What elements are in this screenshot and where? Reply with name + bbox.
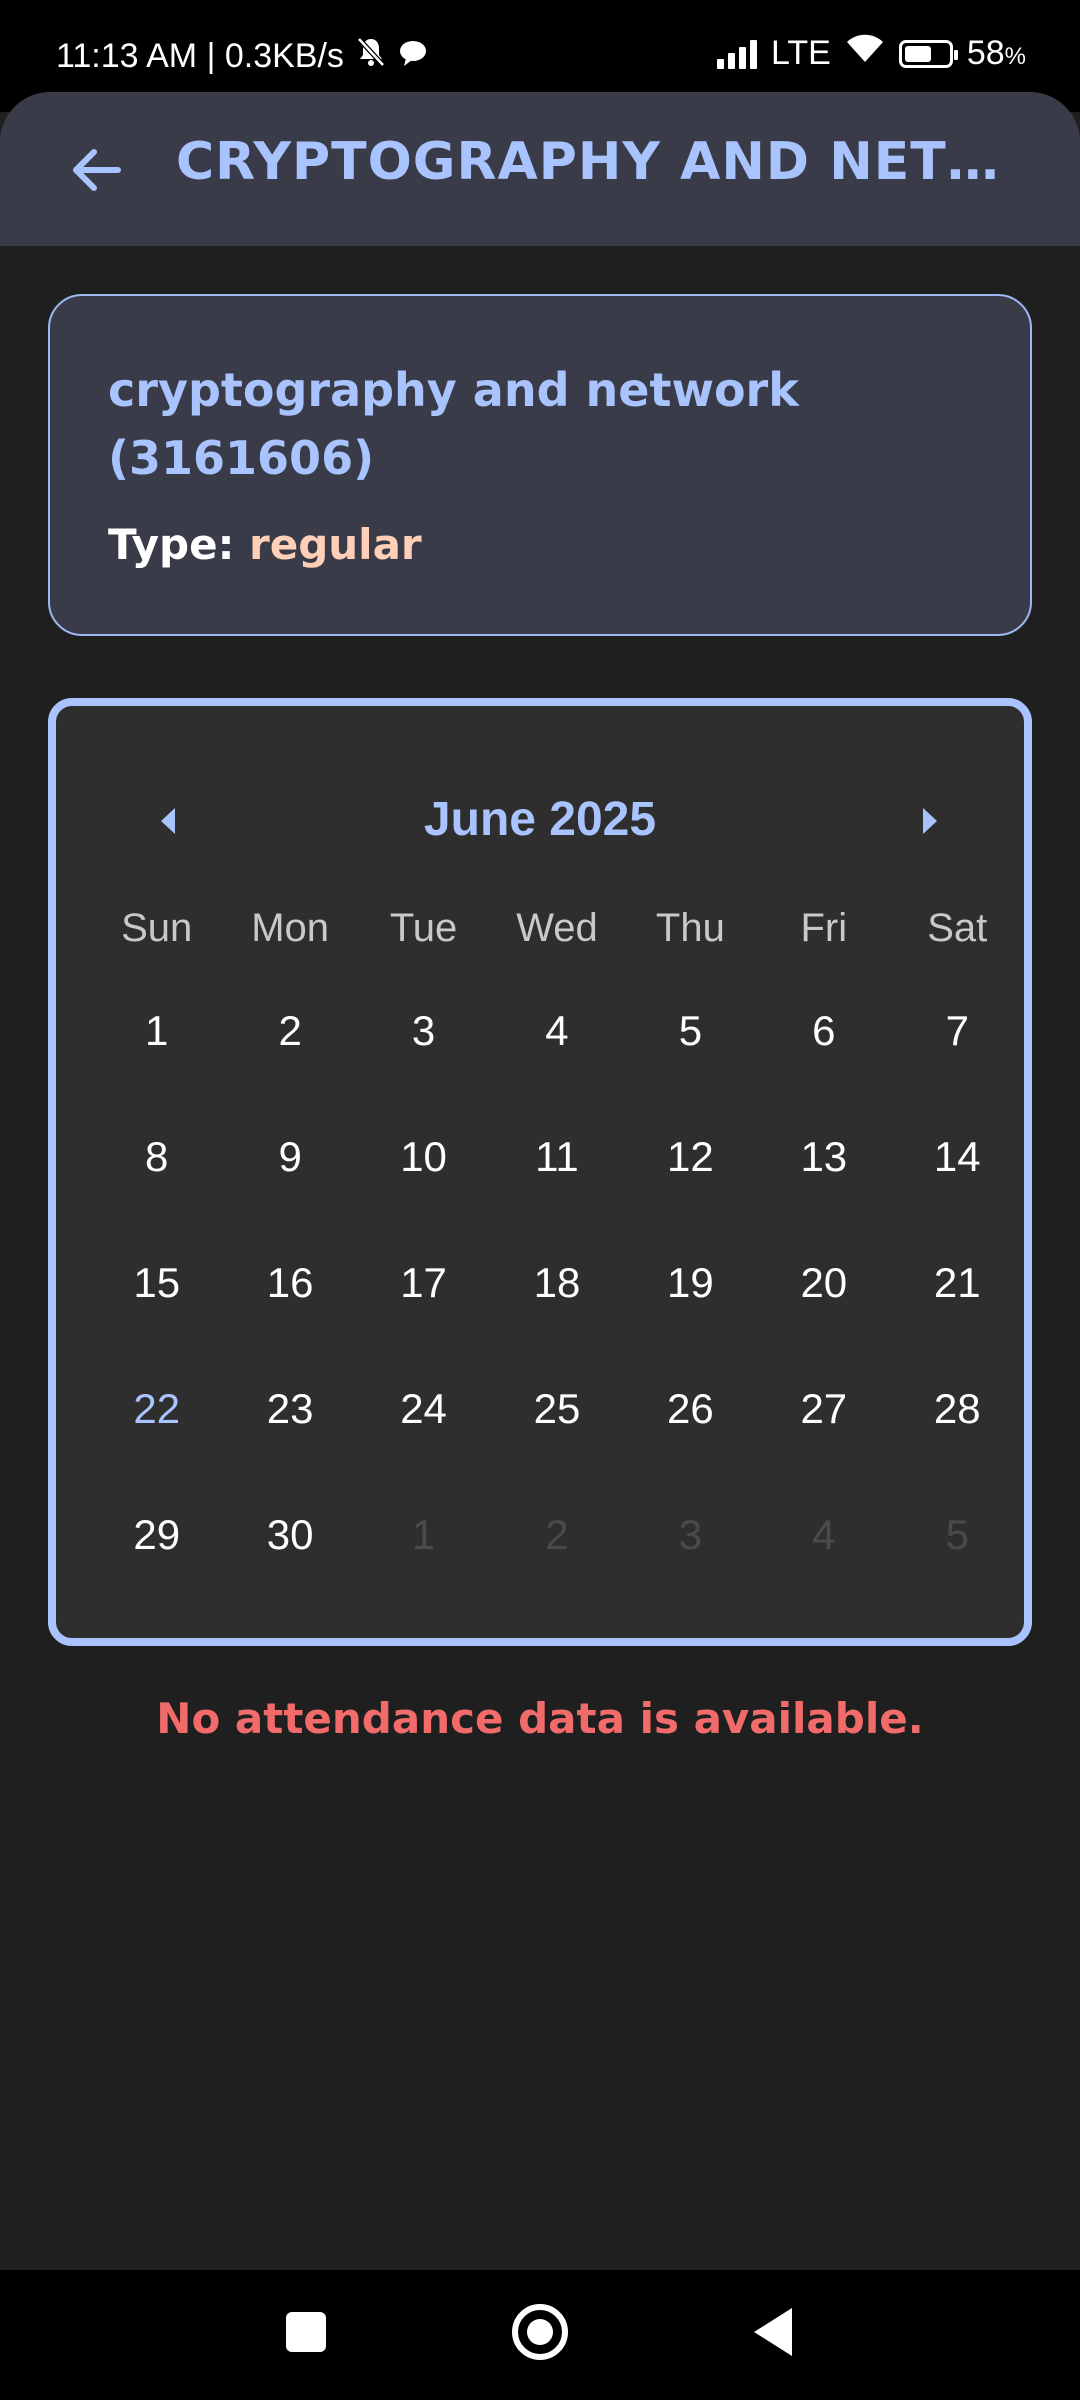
battery-icon	[898, 39, 958, 68]
mute-icon	[356, 36, 386, 77]
calendar-week: 22 23 24 25 26 27 28	[90, 1384, 1024, 1510]
course-type-label: Type:	[108, 520, 235, 569]
weekday-label: Sun	[121, 906, 193, 950]
calendar-day-today[interactable]: 22	[90, 1384, 223, 1510]
calendar-day[interactable]: 26	[624, 1384, 757, 1510]
calendar-day[interactable]: 9	[223, 1132, 356, 1258]
calendar-day[interactable]: 16	[223, 1258, 356, 1384]
calendar-day[interactable]: 14	[891, 1132, 1024, 1258]
no-data-message: No attendance data is available.	[156, 1694, 924, 1743]
system-nav-bar	[0, 2270, 1080, 2400]
chat-icon	[398, 37, 428, 76]
calendar-day[interactable]: 13	[757, 1132, 890, 1258]
weekday-label: Fri	[800, 906, 848, 950]
status-time: 11:13 AM | 0.3KB/s	[56, 37, 344, 75]
wifi-icon	[845, 34, 885, 73]
calendar-week: 15 16 17 18 19 20 21	[90, 1258, 1024, 1384]
calendar-grid: 1 2 3 4 5 6 7 8 9 10 11 12 13 14 15 16 1…	[90, 1006, 1024, 1636]
calendar-day[interactable]: 23	[223, 1384, 356, 1510]
calendar-day-outside-month: 1	[411, 1511, 436, 1558]
course-type-value: regular	[249, 520, 422, 569]
calendar-day[interactable]: 19	[624, 1258, 757, 1384]
calendar-day[interactable]: 27	[757, 1384, 890, 1510]
weekday-label: Wed	[516, 906, 598, 950]
calendar-day[interactable]: 3	[357, 1006, 490, 1132]
course-name: cryptography and network (3161606)	[108, 363, 799, 485]
calendar-day[interactable]: 5	[624, 1006, 757, 1132]
calendar-day-outside-month: 2	[545, 1511, 569, 1558]
calendar-day[interactable]: 24	[357, 1384, 490, 1510]
calendar-day[interactable]: 18	[490, 1258, 623, 1384]
weekday-label: Mon	[251, 906, 330, 950]
arrow-left-icon[interactable]	[68, 142, 124, 198]
weekday-label: Thu	[655, 906, 725, 950]
calendar-day[interactable]: 1	[90, 1006, 223, 1132]
home-icon[interactable]	[512, 2304, 568, 2360]
calendar-day[interactable]: 30	[223, 1510, 356, 1636]
calendar-day[interactable]: 4	[490, 1006, 623, 1132]
caret-right-icon[interactable]	[910, 796, 950, 846]
page-title: CRYPTOGRAPHY AND NETW...	[176, 132, 1016, 192]
calendar-day[interactable]: 15	[90, 1258, 223, 1384]
calendar-header: June 2025	[56, 786, 1024, 856]
calendar-day[interactable]: 6	[757, 1006, 890, 1132]
calendar-week: 8 9 10 11 12 13 14	[90, 1132, 1024, 1258]
calendar-day[interactable]: 8	[90, 1132, 223, 1258]
calendar-day[interactable]: 11	[490, 1132, 623, 1258]
signal-icon	[716, 39, 757, 69]
back-icon[interactable]	[754, 2308, 792, 2356]
calendar-day[interactable]: 2	[223, 1006, 356, 1132]
calendar-day[interactable]: 21	[891, 1258, 1024, 1384]
weekday-label: Sat	[927, 906, 988, 950]
calendar-day-outside-month: 5	[945, 1511, 969, 1558]
calendar-day[interactable]: 25	[490, 1384, 623, 1510]
app-bar: CRYPTOGRAPHY AND NETW...	[0, 92, 1080, 246]
calendar-day[interactable]: 10	[357, 1132, 490, 1258]
course-type-row: Type: regular	[108, 520, 422, 569]
calendar-week: 29 30 1 2 3 4 5	[90, 1510, 1024, 1636]
recents-icon[interactable]	[286, 2312, 326, 2352]
month-title: June 2025	[423, 793, 657, 846]
calendar-day[interactable]: 28	[891, 1384, 1024, 1510]
calendar-day-outside-month: 3	[678, 1511, 703, 1558]
battery-percent: 58%	[966, 34, 1026, 72]
network-type: LTE	[770, 34, 831, 72]
calendar-day[interactable]: 17	[357, 1258, 490, 1384]
calendar-day[interactable]: 12	[624, 1132, 757, 1258]
calendar: June 2025 Sun Mon Tue Wed Thu Fri Sat 1 …	[48, 698, 1032, 1646]
calendar-week: 1 2 3 4 5 6 7	[90, 1006, 1024, 1132]
calendar-day[interactable]: 29	[90, 1510, 223, 1636]
calendar-day[interactable]: 20	[757, 1258, 890, 1384]
calendar-day-outside-month: 4	[812, 1511, 836, 1558]
weekday-row: Sun Mon Tue Wed Thu Fri Sat	[90, 906, 1024, 951]
weekday-label: Tue	[389, 906, 458, 950]
course-info-card: cryptography and network (3161606) Type:…	[48, 294, 1032, 636]
calendar-day[interactable]: 7	[891, 1006, 1024, 1132]
